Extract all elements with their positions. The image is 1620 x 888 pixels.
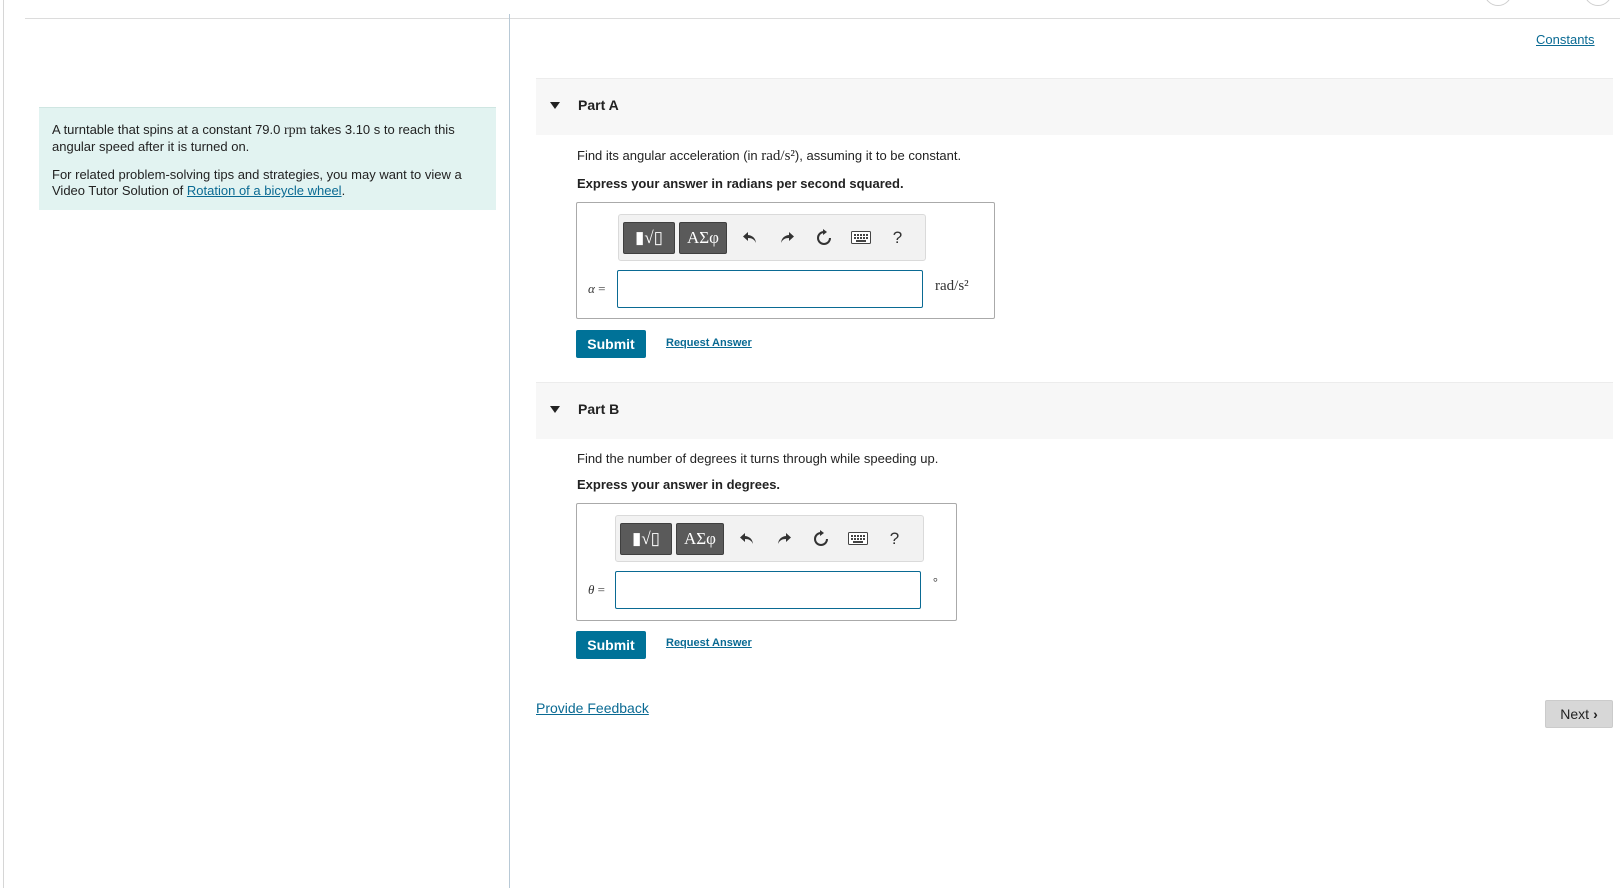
- part-a-request-answer-link[interactable]: Request Answer: [666, 337, 752, 349]
- redo-icon[interactable]: [765, 523, 802, 555]
- part-a-title: Part A: [578, 97, 619, 113]
- part-a-math-toolbar: ▮√▯ ΑΣφ ?: [618, 214, 926, 261]
- part-a-question-start: Find its angular acceleration (in: [577, 148, 762, 163]
- part-b-answer-input[interactable]: [615, 571, 921, 609]
- part-b-answer-box: ▮√▯ ΑΣφ ? θ = °: [576, 503, 957, 621]
- next-button[interactable]: Next ›: [1545, 700, 1613, 728]
- problem-statement: A turntable that spins at a constant 79.…: [39, 107, 496, 210]
- templates-button[interactable]: ▮√▯: [623, 221, 675, 254]
- tip-text-end: .: [341, 183, 346, 198]
- part-a-question-end: ), assuming it to be constant.: [794, 148, 962, 163]
- problem-text-start: A turntable that spins at a constant 79.…: [52, 122, 284, 137]
- theta-symbol: θ: [588, 582, 595, 597]
- part-a-header[interactable]: Part A: [536, 78, 1613, 135]
- part-b-math-toolbar: ▮√▯ ΑΣφ ?: [615, 515, 924, 562]
- reset-icon[interactable]: [802, 523, 839, 555]
- equals-sign: =: [597, 582, 605, 597]
- next-button-label: Next: [1560, 706, 1590, 722]
- collapse-caret-icon[interactable]: [550, 102, 560, 109]
- part-a-answer-input[interactable]: [617, 270, 923, 308]
- part-b-unit: °: [933, 575, 938, 589]
- part-a-unit: rad/s²: [935, 278, 969, 294]
- top-rule: [25, 18, 1620, 19]
- templates-button[interactable]: ▮√▯: [620, 522, 672, 555]
- redo-icon[interactable]: [768, 222, 805, 254]
- part-b-question: Find the number of degrees it turns thro…: [577, 451, 939, 466]
- collapse-caret-icon[interactable]: [550, 406, 560, 413]
- column-divider: [509, 14, 510, 888]
- left-frame-border: [3, 0, 4, 888]
- greek-symbols-button[interactable]: ΑΣφ: [679, 221, 727, 254]
- part-a-answer-box: ▮√▯ ΑΣφ ? α = rad/s²: [576, 202, 995, 319]
- help-button[interactable]: ?: [876, 523, 913, 555]
- constants-link[interactable]: Constants: [1536, 32, 1595, 47]
- chevron-right-icon: ›: [1593, 706, 1598, 722]
- undo-icon[interactable]: [731, 222, 768, 254]
- part-b-variable-label: θ =: [588, 582, 605, 598]
- part-a-question-unit: rad/s²: [761, 148, 795, 164]
- keyboard-icon[interactable]: [839, 523, 876, 555]
- part-b-request-answer-link[interactable]: Request Answer: [666, 637, 752, 649]
- equals-sign: =: [598, 281, 606, 296]
- top-circle-button[interactable]: [1484, 0, 1512, 6]
- keyboard-icon[interactable]: [842, 222, 879, 254]
- reset-icon[interactable]: [805, 222, 842, 254]
- part-a-submit-button[interactable]: Submit: [576, 330, 646, 358]
- part-a-instruction: Express your answer in radians per secon…: [577, 176, 904, 191]
- greek-symbols-button[interactable]: ΑΣφ: [676, 522, 724, 555]
- part-b-header[interactable]: Part B: [536, 382, 1613, 439]
- part-a-question: Find its angular acceleration (in rad/s²…: [577, 148, 961, 165]
- part-b-title: Part B: [578, 401, 620, 417]
- rpm-unit: rpm: [284, 123, 307, 138]
- alpha-symbol: α: [588, 281, 595, 296]
- tip-text: For related problem-solving tips and str…: [52, 167, 483, 199]
- part-a-variable-label: α =: [588, 281, 605, 297]
- part-b-instruction: Express your answer in degrees.: [577, 477, 781, 492]
- top-circle-button[interactable]: [1584, 0, 1612, 6]
- video-tutor-link[interactable]: Rotation of a bicycle wheel: [187, 183, 342, 198]
- part-b-submit-button[interactable]: Submit: [576, 631, 646, 659]
- help-button[interactable]: ?: [879, 222, 916, 254]
- provide-feedback-link[interactable]: Provide Feedback: [536, 700, 649, 716]
- undo-icon[interactable]: [728, 523, 765, 555]
- problem-text: A turntable that spins at a constant 79.…: [52, 122, 483, 155]
